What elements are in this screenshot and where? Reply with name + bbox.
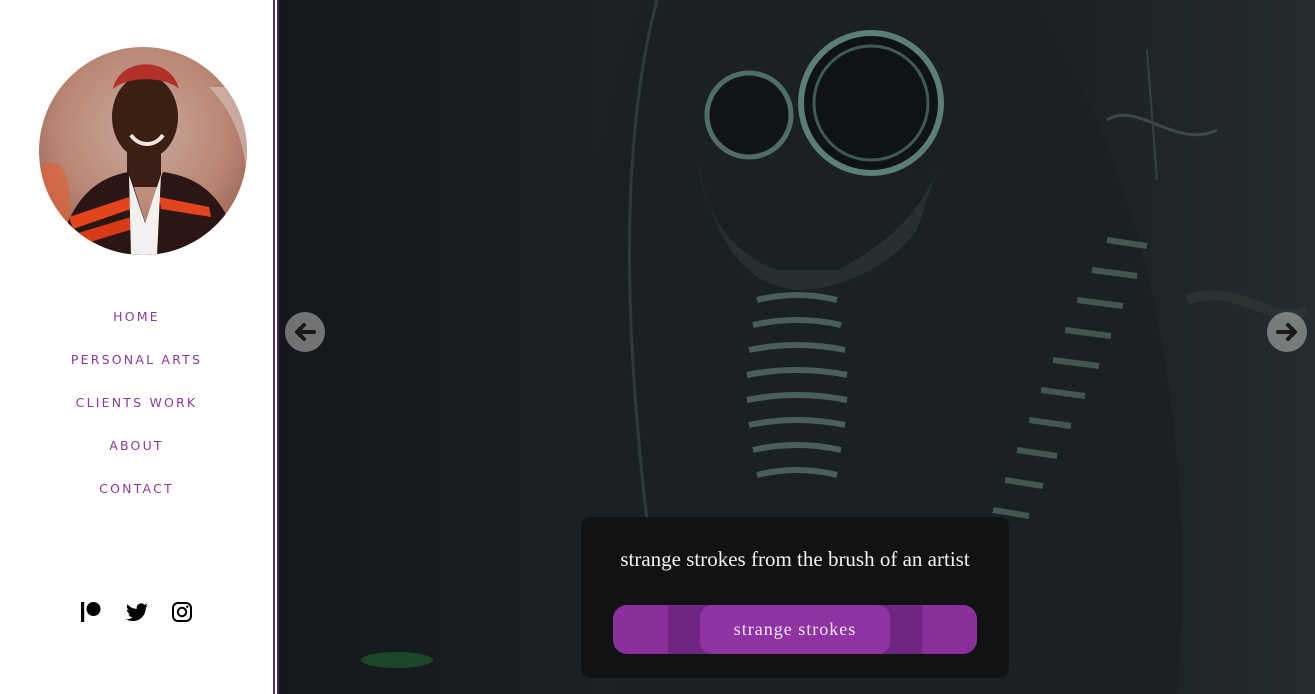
nav-item-personal-arts[interactable]: PERSONAL ARTS — [0, 351, 273, 394]
nav-item-home[interactable]: HOME — [0, 308, 273, 351]
artist-portrait-icon — [39, 47, 247, 255]
instagram-icon[interactable] — [170, 600, 194, 624]
next-slide-button[interactable] — [1267, 312, 1307, 352]
patreon-icon[interactable] — [79, 600, 103, 624]
main-nav: HOME PERSONAL ARTS CLIENTS WORK ABOUT CO… — [0, 308, 273, 523]
arrow-right-icon — [1276, 323, 1297, 341]
sidebar: HOME PERSONAL ARTS CLIENTS WORK ABOUT CO… — [0, 0, 275, 694]
caption-text: strange strokes from the brush of an art… — [620, 547, 970, 571]
prev-slide-button[interactable] — [285, 312, 325, 352]
avatar[interactable] — [39, 47, 247, 255]
twitter-icon[interactable] — [125, 600, 149, 624]
nav-item-about[interactable]: ABOUT — [0, 437, 273, 480]
cta-button[interactable]: strange strokes — [613, 605, 977, 654]
nav-item-clients-work[interactable]: CLIENTS WORK — [0, 394, 273, 437]
slide-caption: strange strokes from the brush of an art… — [581, 517, 1009, 678]
nav-item-contact[interactable]: CONTACT — [0, 480, 273, 523]
cta-label: strange strokes — [733, 619, 857, 639]
arrow-left-icon — [295, 323, 316, 341]
social-links — [79, 600, 199, 624]
